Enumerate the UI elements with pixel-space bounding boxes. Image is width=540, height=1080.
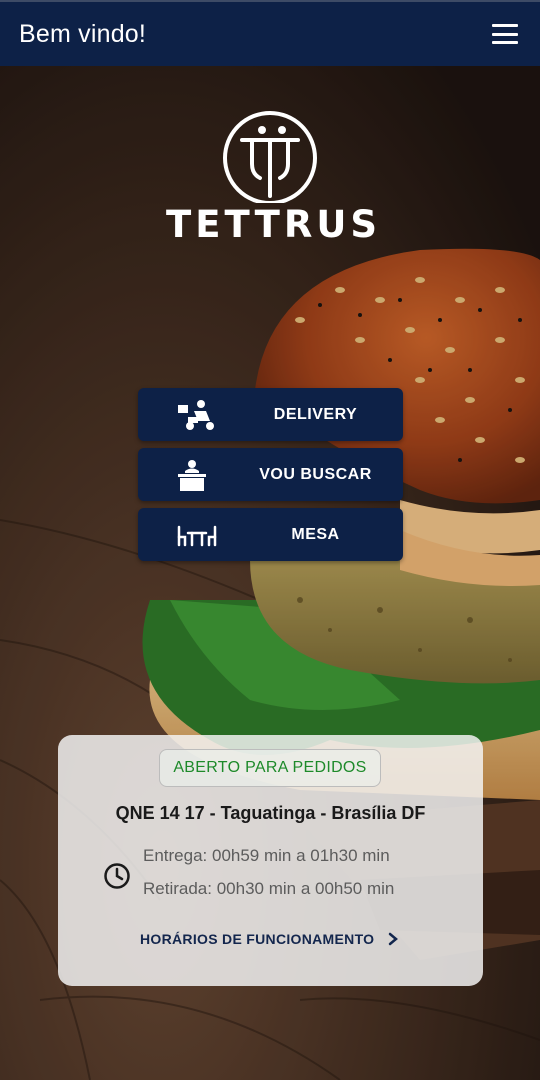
logo-emblem-icon (223, 111, 317, 205)
pickup-time: Retirada: 00h30 min a 00h50 min (143, 879, 395, 898)
brand-logo: TETTRUS (166, 108, 382, 248)
status-badge: ABERTO PARA PEDIDOS (159, 749, 381, 787)
delivery-label: DELIVERY (273, 406, 358, 423)
store-address: QNE 14 17 - Taguatinga - Brasília DF (115, 803, 426, 823)
pickup-counter-icon (178, 460, 206, 491)
pickup-label: VOU BUSCAR (259, 466, 372, 483)
delivery-time: Entrega: 00h59 min a 01h30 min (143, 846, 390, 865)
opening-hours-label: HORÁRIOS DE FUNCIONAMENTO (140, 931, 375, 947)
store-info-card: ABERTO PARA PEDIDOS QNE 14 17 - Taguatin… (58, 735, 483, 986)
delivery-icon (178, 400, 214, 430)
chevron-right-icon (389, 932, 399, 946)
clock-icon (104, 863, 130, 889)
delivery-button[interactable]: DELIVERY (138, 388, 403, 441)
hamburger-menu-icon[interactable] (492, 24, 518, 44)
app-header: Bem vindo! (0, 0, 540, 66)
table-chairs-icon (177, 525, 217, 547)
table-label: MESA (291, 526, 340, 543)
brand-name: TETTRUS (166, 203, 382, 246)
page-title: Bem vindo! (19, 19, 147, 48)
pickup-button[interactable]: VOU BUSCAR (138, 448, 403, 501)
table-button[interactable]: MESA (138, 508, 403, 561)
opening-hours-link[interactable]: HORÁRIOS DE FUNCIONAMENTO (140, 931, 399, 947)
